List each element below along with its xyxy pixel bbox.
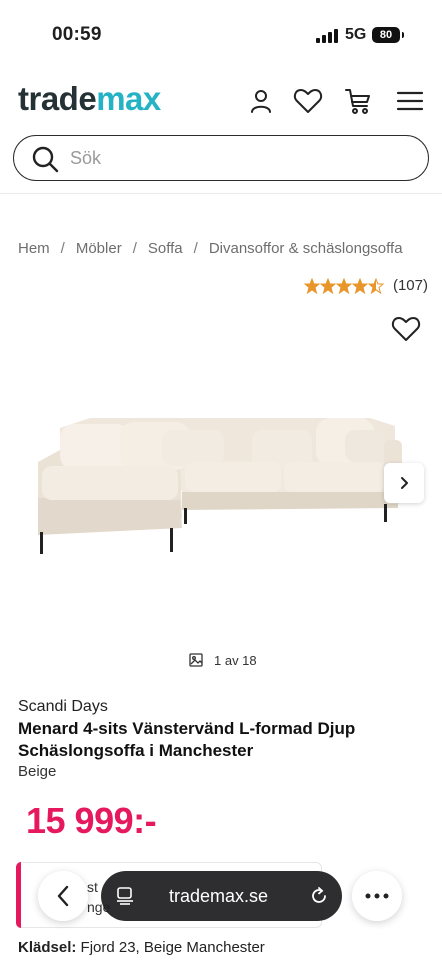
image-counter: 1 av 18 — [188, 652, 257, 668]
star-icon — [319, 277, 336, 294]
heart-icon[interactable] — [293, 86, 323, 116]
signal-icon — [316, 29, 338, 43]
image-counter-text: 1 av 18 — [214, 652, 257, 668]
star-icon — [303, 277, 320, 294]
header-divider — [0, 193, 442, 194]
breadcrumb-furniture[interactable]: Möbler — [76, 240, 122, 257]
logo-primary: trade — [18, 80, 97, 117]
product-price: 15 999:- — [26, 800, 157, 841]
status-bar: 00:59 5G 80 — [0, 0, 442, 60]
breadcrumb: Hem / Möbler / Soffa / Divansoffor & sch… — [18, 240, 438, 257]
product-brand[interactable]: Scandi Days — [18, 698, 108, 716]
star-icon — [335, 277, 352, 294]
network-type: 5G — [345, 26, 367, 43]
breadcrumb-separator: / — [132, 240, 137, 257]
star-icon — [367, 277, 384, 294]
breadcrumb-separator: / — [193, 240, 198, 257]
gallery-icon — [189, 653, 203, 667]
product-title: Menard 4-sits Vänstervänd L-formad Djup … — [18, 719, 356, 760]
battery-icon: 80 — [372, 27, 404, 43]
browser-back-button[interactable] — [38, 871, 88, 921]
search-icon[interactable] — [30, 144, 60, 174]
site-header: trademax — [0, 70, 442, 130]
page-menu-icon[interactable] — [115, 886, 135, 906]
menu-icon[interactable] — [395, 86, 425, 116]
breadcrumb-home[interactable]: Hem — [18, 240, 50, 257]
browser-more-button[interactable] — [352, 871, 402, 921]
star-icon — [351, 277, 368, 294]
add-to-wishlist-heart-icon[interactable] — [391, 315, 421, 345]
search-bar[interactable] — [13, 135, 429, 181]
product-image-sofa[interactable] — [20, 400, 415, 570]
search-input[interactable] — [70, 144, 410, 172]
product-rating[interactable]: (107) — [303, 277, 428, 294]
fabric-label: Klädsel: — [18, 939, 77, 956]
browser-address-bar[interactable]: trademax.se — [101, 871, 342, 921]
chevron-left-icon — [57, 885, 69, 907]
reload-icon[interactable] — [309, 886, 329, 906]
ellipsis-icon — [365, 893, 389, 899]
trademax-logo[interactable]: trademax — [18, 80, 161, 118]
cart-icon[interactable] — [343, 86, 373, 116]
chevron-right-icon — [401, 477, 408, 489]
battery-level: 80 — [379, 29, 393, 41]
rating-count: (107) — [392, 277, 428, 294]
product-color: Beige — [18, 763, 57, 780]
breadcrumb-separator: / — [60, 240, 65, 257]
breadcrumb-sofa[interactable]: Soffa — [148, 240, 183, 257]
account-icon[interactable] — [246, 86, 276, 116]
next-image-button[interactable] — [384, 463, 424, 503]
rating-stars — [303, 277, 384, 294]
logo-accent: max — [96, 80, 161, 117]
breadcrumb-chaise-sofas[interactable]: Divansoffor & schäslongsoffa — [209, 240, 403, 257]
fabric-value: Fjord 23, Beige Manchester — [80, 939, 265, 956]
status-time: 00:59 — [52, 24, 102, 45]
fabric-info: Klädsel: Fjord 23, Beige Manchester — [18, 939, 265, 956]
browser-url[interactable]: trademax.se — [169, 886, 268, 907]
